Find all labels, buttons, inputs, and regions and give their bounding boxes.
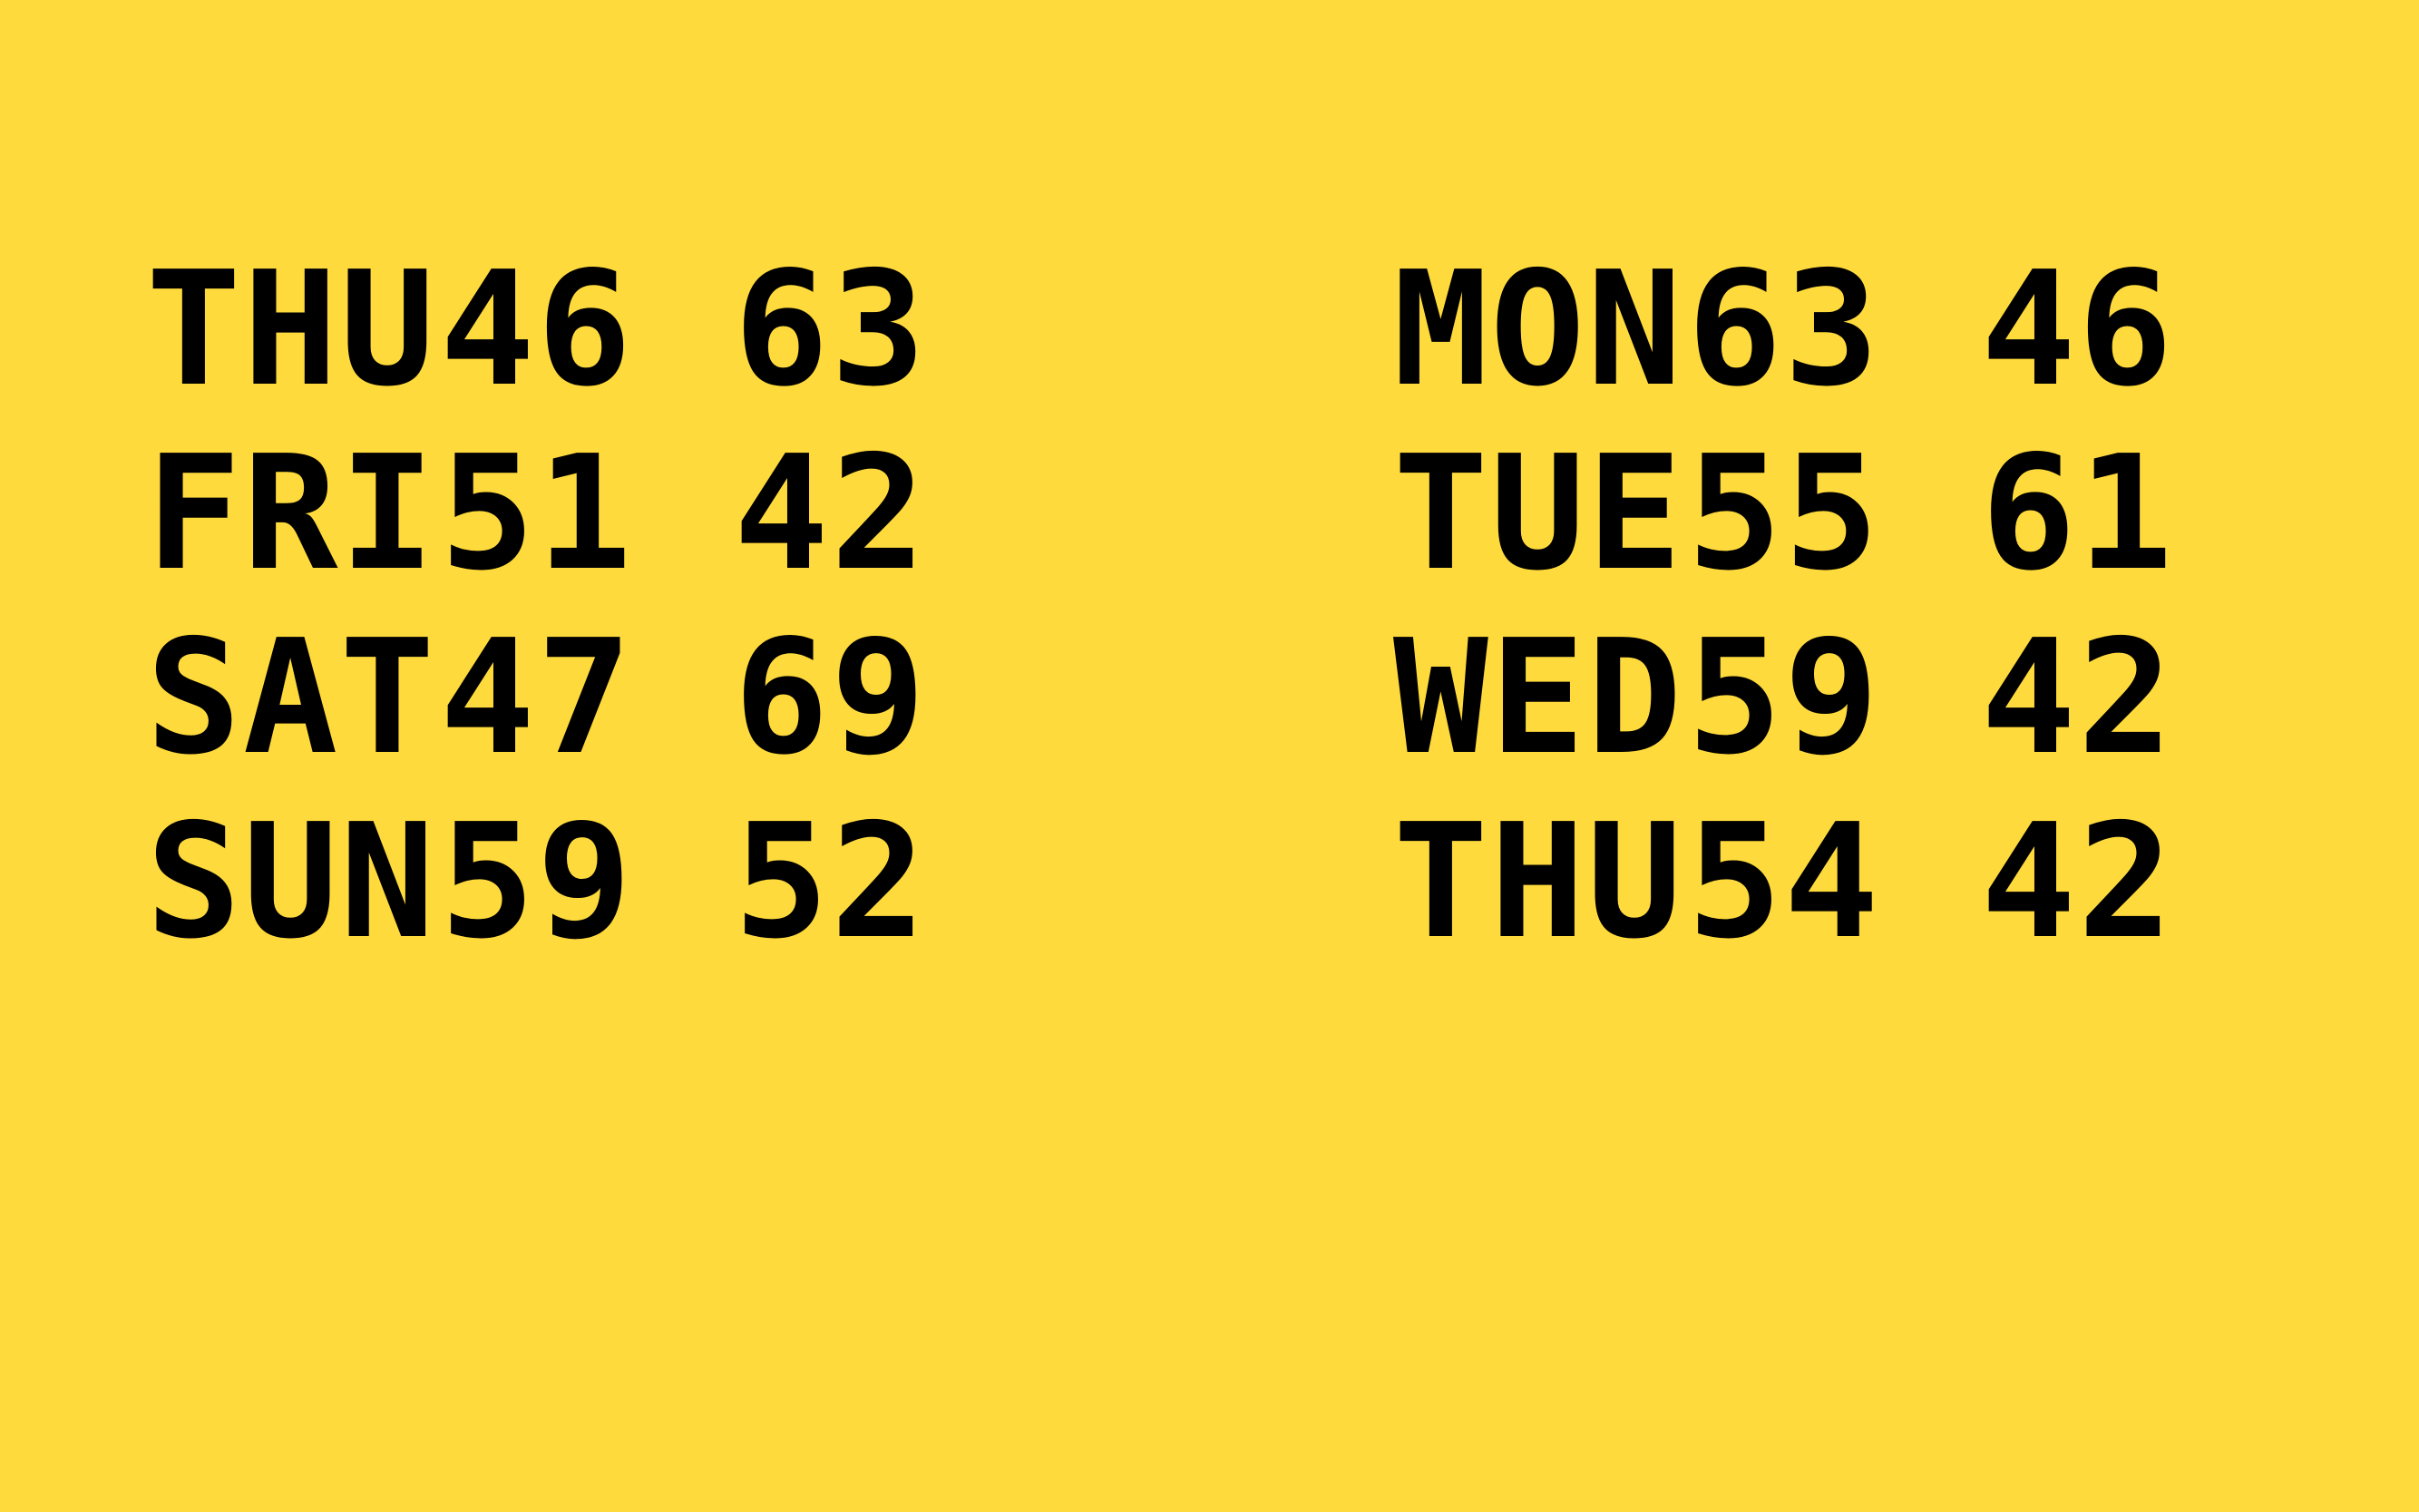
forecast-row: MON 63 46	[1393, 238, 2175, 422]
temperature-value: 54	[1687, 789, 1881, 974]
temperature-value: 46	[1981, 237, 2175, 422]
forecast-board: THU 46 63 FRI 51 42 SAT 47 69 SUN 59 52 …	[0, 0, 2419, 1512]
forecast-row: THU 46 63	[146, 238, 928, 422]
day-label: THU	[146, 237, 437, 422]
forecast-row: FRI 51 42	[146, 422, 928, 606]
forecast-row: SUN 59 52	[146, 790, 928, 974]
temperature-value: 61	[1981, 421, 2175, 606]
temperature-value: 55	[1687, 421, 1881, 606]
day-label: TUE	[1393, 421, 1684, 606]
temperature-value: 59	[1687, 605, 1881, 790]
forecast-row: WED 59 42	[1393, 606, 2175, 790]
day-label: THU	[1393, 789, 1684, 974]
temperature-value: 52	[734, 789, 928, 974]
temperature-value: 42	[1981, 605, 2175, 790]
forecast-column-right: MON 63 46 TUE 55 61 WED 59 42 THU 54 42	[1393, 238, 2175, 974]
day-label: MON	[1393, 237, 1684, 422]
day-label: SAT	[146, 605, 437, 790]
temperature-value: 63	[734, 237, 928, 422]
temperature-value: 42	[734, 421, 928, 606]
temperature-value: 51	[440, 421, 634, 606]
day-label: SUN	[146, 789, 437, 974]
temperature-value: 69	[734, 605, 928, 790]
temperature-value: 42	[1981, 789, 2175, 974]
temperature-value: 47	[440, 605, 634, 790]
temperature-value: 63	[1687, 237, 1881, 422]
day-label: FRI	[146, 421, 437, 606]
forecast-row: TUE 55 61	[1393, 422, 2175, 606]
temperature-value: 59	[440, 789, 634, 974]
temperature-value: 46	[440, 237, 634, 422]
forecast-row: THU 54 42	[1393, 790, 2175, 974]
forecast-row: SAT 47 69	[146, 606, 928, 790]
day-label: WED	[1393, 605, 1684, 790]
forecast-column-left: THU 46 63 FRI 51 42 SAT 47 69 SUN 59 52	[146, 238, 928, 974]
